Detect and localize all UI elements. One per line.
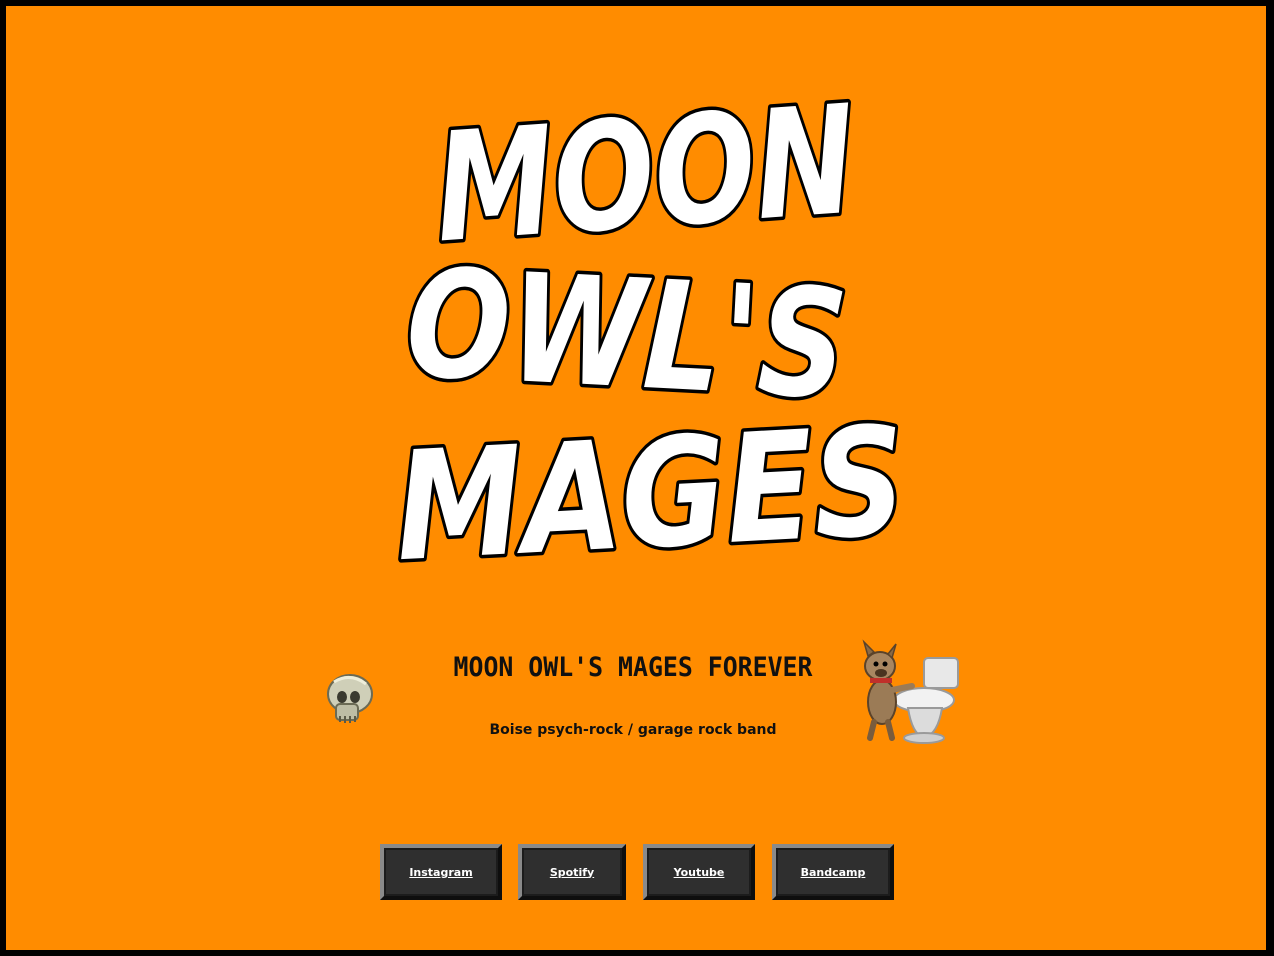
spotify-link-label: Spotify bbox=[549, 865, 595, 879]
youtube-link-button[interactable]: Youtube bbox=[643, 844, 755, 900]
band-logo: MOON OWL'S MAGES bbox=[376, 76, 916, 576]
page-tagline: Boise psych-rock / garage rock band bbox=[489, 722, 777, 738]
spotify-link-button[interactable]: Spotify bbox=[518, 844, 626, 900]
logo-line-3: MAGES bbox=[391, 395, 909, 576]
instagram-link-button[interactable]: Instagram bbox=[380, 844, 502, 900]
youtube-link-label: Youtube bbox=[673, 865, 725, 879]
bandcamp-link-button[interactable]: Bandcamp bbox=[772, 844, 894, 900]
graffiti-logo-graphic: MOON OWL'S MAGES bbox=[388, 76, 913, 576]
bandcamp-link-label: Bandcamp bbox=[800, 865, 866, 879]
page-frame: MOON OWL'S MAGES MOON OWL'S MAGES FOREVE… bbox=[0, 0, 1274, 956]
instagram-link-label: Instagram bbox=[409, 865, 473, 879]
dog-toilet-icon bbox=[852, 638, 964, 744]
page-headline: MOON OWL'S MAGES FOREVER bbox=[453, 652, 813, 683]
